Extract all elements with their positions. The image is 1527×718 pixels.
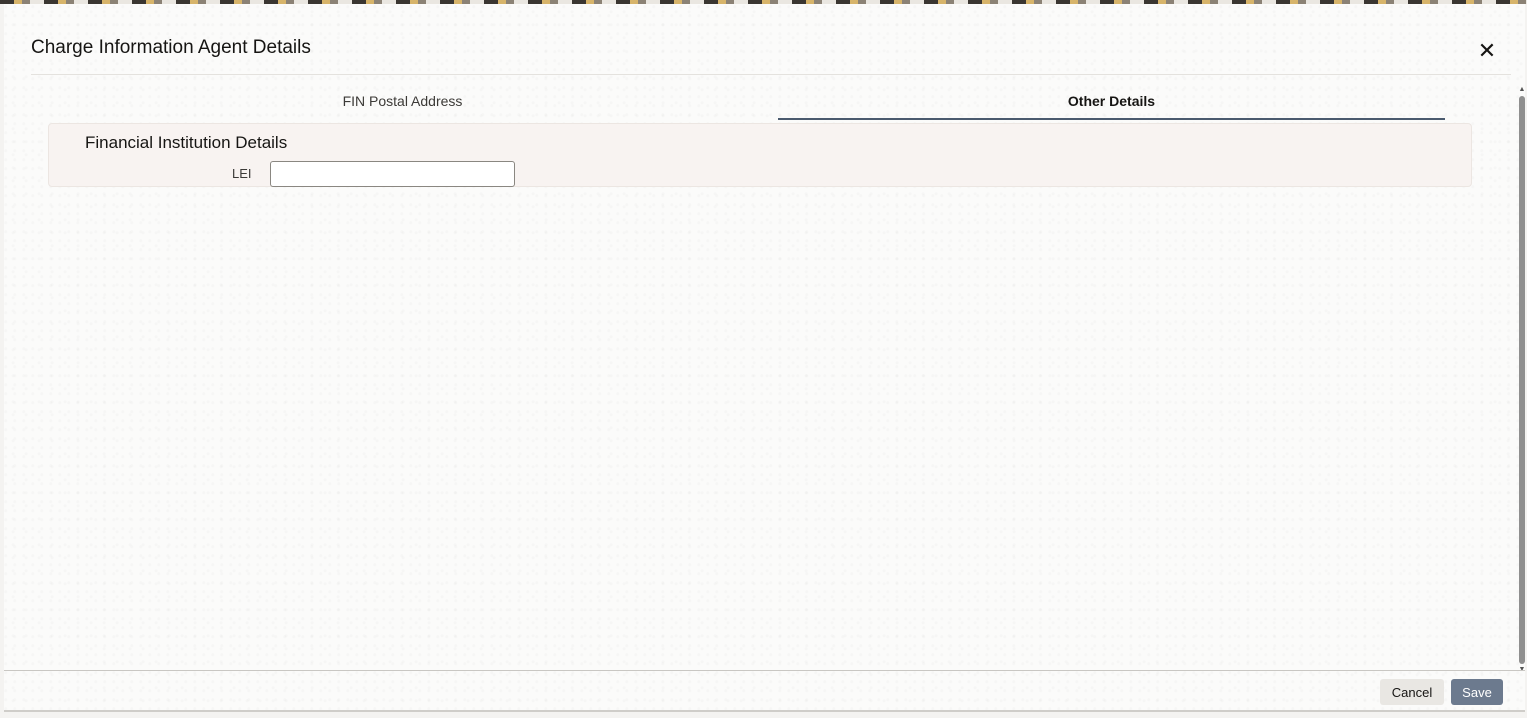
lei-input[interactable] — [270, 161, 515, 187]
scroll-thumb[interactable] — [1519, 96, 1525, 664]
dialog-title: Charge Information Agent Details — [31, 37, 311, 58]
lei-label: LEI — [232, 166, 252, 181]
save-button[interactable]: Save — [1451, 679, 1503, 705]
section-heading: Financial Institution Details — [85, 133, 288, 152]
tab-other-details[interactable]: Other Details — [778, 90, 1445, 120]
charge-information-agent-dialog: Charge Information Agent Details ✕ FIN P… — [4, 4, 1525, 712]
financial-institution-details-panel: Financial Institution Details LEI — [48, 123, 1472, 187]
vertical-scrollbar[interactable]: ▲ ▼ — [1517, 86, 1527, 674]
scroll-up-arrow-icon[interactable]: ▲ — [1517, 86, 1527, 94]
tab-label: FIN Postal Address — [342, 93, 463, 109]
cancel-button[interactable]: Cancel — [1380, 679, 1444, 705]
title-divider — [31, 74, 1511, 75]
tab-selected-indicator — [778, 118, 1445, 120]
tab-fin-postal-address[interactable]: FIN Postal Address — [44, 90, 761, 120]
tab-label: Other Details — [1067, 93, 1156, 109]
close-icon[interactable]: ✕ — [1476, 40, 1498, 62]
footer-divider — [4, 670, 1525, 671]
